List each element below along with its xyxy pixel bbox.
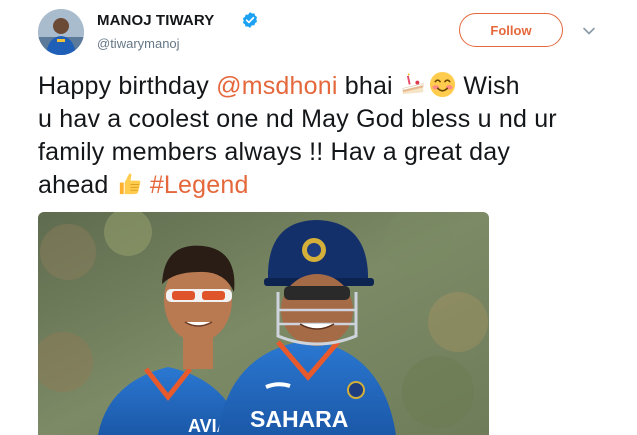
mention-link[interactable]: @msdhoni — [216, 72, 337, 100]
tweet-line-1: Happy birthday @msdhoni bhai Wish — [38, 70, 598, 103]
handle[interactable]: @tiwarymanoj — [97, 36, 180, 51]
tweet-text-segment: Wish — [456, 72, 520, 100]
tweet-line-3: family members always !! Hav a great day — [38, 138, 511, 166]
photo-illustration: AVIA SAHARA — [38, 212, 489, 435]
tweet-text-segment: bhai — [337, 72, 400, 100]
jersey-text: SAHARA — [250, 406, 348, 432]
follow-button[interactable]: Follow — [459, 13, 563, 47]
display-name[interactable]: MANOJ TIWARY — [97, 12, 214, 29]
tweet-text-segment: Happy birthday — [38, 72, 217, 100]
tweet-line-2: u hav a coolest one nd May God bless u n… — [38, 105, 557, 133]
tweet-media-photo[interactable]: AVIA SAHARA — [38, 212, 489, 435]
hashtag-link[interactable]: #Legend — [150, 171, 249, 199]
cake-emoji-icon — [402, 73, 424, 95]
tweet-text: Happy birthday @msdhoni bhai Wish u hav … — [38, 70, 598, 202]
thumbs-up-emoji-icon — [119, 173, 141, 195]
tweet-card: MANOJ TIWARY @tiwarymanoj Follow Happy b… — [0, 0, 637, 435]
verified-badge-icon — [242, 12, 258, 28]
avatar[interactable] — [38, 9, 84, 55]
blush-emoji-icon — [430, 71, 456, 98]
tweet-line-4: ahead #Legend — [38, 169, 598, 202]
chevron-down-icon[interactable] — [582, 24, 596, 38]
tweet-text-segment: ahead — [38, 171, 116, 199]
